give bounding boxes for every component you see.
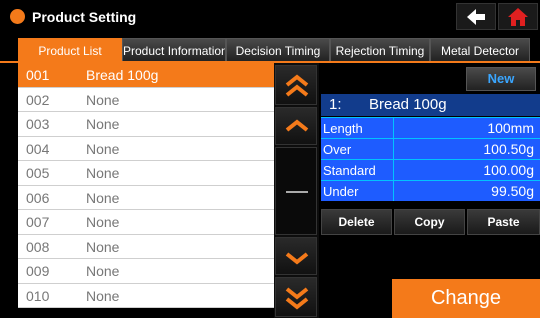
- tab-bar: Product List Product Information Decisio…: [0, 38, 540, 62]
- tab-metal-detector[interactable]: Metal Detector: [430, 38, 530, 62]
- page-down-button[interactable]: [275, 277, 317, 317]
- home-button[interactable]: [498, 3, 538, 30]
- product-name: None: [86, 263, 120, 279]
- list-item[interactable]: 002 None: [18, 87, 274, 112]
- back-button[interactable]: [456, 3, 496, 30]
- list-item[interactable]: 006 None: [18, 185, 274, 210]
- list-item[interactable]: 010 None: [18, 283, 274, 308]
- product-name: None: [86, 189, 120, 206]
- field-label: Over: [323, 142, 352, 157]
- product-number: 003: [26, 116, 50, 132]
- scroll-thumb-icon: [286, 191, 308, 193]
- product-number: 002: [26, 91, 50, 108]
- title-bar: Product Setting: [0, 0, 540, 34]
- page-title: Product Setting: [32, 9, 137, 25]
- product-number: 005: [26, 165, 50, 181]
- list-item[interactable]: 001 Bread 100g: [18, 63, 274, 88]
- field-label: Length: [323, 121, 363, 136]
- product-number: 007: [26, 214, 50, 230]
- selected-product-header: 1: Bread 100g: [321, 94, 540, 116]
- scroll-track[interactable]: [275, 147, 317, 235]
- field-value: 100mm: [487, 120, 534, 136]
- list-item[interactable]: 007 None: [18, 210, 274, 235]
- over-field[interactable]: Over 100.50g: [321, 138, 540, 159]
- scroll-down-button[interactable]: [275, 237, 317, 275]
- double-chevron-down-icon: [285, 287, 309, 310]
- product-name: None: [86, 116, 120, 132]
- copy-button[interactable]: Copy: [394, 209, 465, 235]
- back-arrow-icon: [467, 9, 485, 25]
- length-field[interactable]: Length 100mm: [321, 117, 540, 138]
- list-item[interactable]: 009 None: [18, 259, 274, 284]
- field-label: Under: [323, 184, 359, 199]
- product-name: None: [86, 165, 120, 181]
- list-item[interactable]: 005 None: [18, 161, 274, 186]
- page-up-button[interactable]: [275, 65, 317, 105]
- product-detail-panel: New 1: Bread 100g Length 100mm Over 100.…: [321, 63, 540, 318]
- tab-product-list[interactable]: Product List: [18, 38, 122, 62]
- list-scroll-bar: [274, 63, 319, 318]
- field-value: 99.50g: [491, 183, 534, 199]
- delete-button[interactable]: Delete: [321, 209, 392, 235]
- product-number: 004: [26, 140, 50, 157]
- tab-decision-timing[interactable]: Decision Timing: [226, 38, 330, 62]
- under-field[interactable]: Under 99.50g: [321, 180, 540, 201]
- list-item[interactable]: 003 None: [18, 112, 274, 137]
- product-number: 010: [26, 287, 50, 304]
- tab-rejection-timing[interactable]: Rejection Timing: [330, 38, 430, 62]
- product-name: None: [86, 214, 120, 230]
- field-value: 100.50g: [483, 141, 534, 157]
- selected-product-name: Bread 100g: [369, 96, 447, 113]
- product-name: None: [86, 287, 120, 304]
- product-name: None: [86, 140, 120, 157]
- product-name: Bread 100g: [86, 67, 159, 83]
- change-button[interactable]: Change: [392, 279, 540, 318]
- product-number: 001: [26, 67, 50, 83]
- scroll-up-button[interactable]: [275, 107, 317, 145]
- paste-button[interactable]: Paste: [467, 209, 540, 235]
- product-number: 008: [26, 238, 50, 255]
- product-number: 009: [26, 263, 50, 279]
- tab-product-information[interactable]: Product Information: [122, 38, 226, 62]
- standard-field[interactable]: Standard 100.00g: [321, 159, 540, 180]
- product-name: None: [86, 91, 120, 108]
- product-name: None: [86, 238, 120, 255]
- home-icon: [508, 8, 528, 26]
- product-number: 006: [26, 189, 50, 206]
- chevron-up-icon: [285, 119, 309, 132]
- field-value: 100.00g: [483, 162, 534, 178]
- product-list: 001 Bread 100g 002 None 003 None 004 None 00…: [18, 63, 274, 308]
- chevron-down-icon: [285, 252, 309, 265]
- double-chevron-up-icon: [285, 74, 309, 97]
- status-dot-icon: [10, 9, 25, 24]
- list-item[interactable]: 004 None: [18, 136, 274, 161]
- selected-product-number: 1:: [329, 96, 342, 113]
- field-label: Standard: [323, 163, 376, 178]
- new-button[interactable]: New: [466, 67, 536, 91]
- list-item[interactable]: 008 None: [18, 234, 274, 259]
